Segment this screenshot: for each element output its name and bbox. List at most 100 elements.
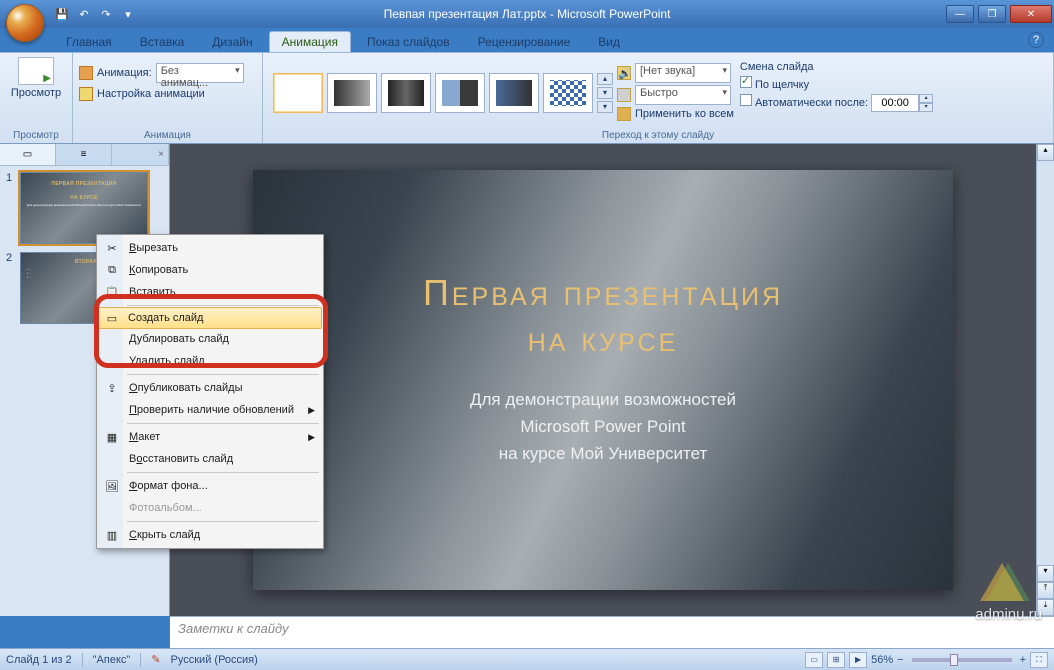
status-bar: Слайд 1 из 2 "Апекс" ✎ Русский (Россия) …: [0, 648, 1054, 670]
transition-fade2[interactable]: [381, 73, 431, 113]
animation-combo[interactable]: Без анимац...: [156, 63, 244, 83]
scroll-down-icon[interactable]: ▾: [1037, 565, 1054, 582]
apply-all-label: Применить ко всем: [635, 108, 734, 120]
menu-item[interactable]: 📋Вставить: [99, 281, 321, 303]
tab-review[interactable]: Рецензирование: [466, 32, 583, 52]
custom-animation-icon: [79, 87, 93, 101]
undo-icon[interactable]: ↶: [74, 4, 94, 24]
outline-tab[interactable]: ≡: [56, 144, 112, 165]
apply-to-all-button[interactable]: Применить ко всем: [617, 107, 734, 121]
menu-item[interactable]: ⧉Копировать: [99, 259, 321, 281]
group-animation: Анимация: Без анимац... Настройка анимац…: [73, 53, 263, 143]
on-click-label: По щелчку: [755, 79, 809, 91]
ribbon-tabs: Главная Вставка Дизайн Анимация Показ сл…: [50, 28, 1054, 52]
time-input[interactable]: [871, 94, 919, 112]
tab-home[interactable]: Главная: [54, 32, 124, 52]
custom-animation-button[interactable]: Настройка анимации: [79, 87, 256, 101]
preview-button[interactable]: Просмотр: [6, 57, 66, 99]
advance-slide: Смена слайда По щелчку Автоматически пос…: [734, 57, 939, 121]
ribbon: Просмотр Просмотр Анимация: Без анимац..…: [0, 52, 1054, 144]
context-menu: ✂Вырезать⧉Копировать📋Вставить ▭Создать сл…: [96, 234, 324, 549]
slide-subtitle: Для демонстрации возможностей Microsoft …: [470, 386, 736, 468]
transition-cut[interactable]: [435, 73, 485, 113]
spellcheck-icon[interactable]: ✎: [151, 653, 160, 666]
watermark-text: adminu.ru: [975, 606, 1042, 623]
menu-item[interactable]: ▭Создать слайд: [98, 307, 322, 329]
animate-label: Анимация:: [97, 67, 152, 79]
window-title: Певпая презентация Лат.pptx - Microsoft …: [384, 7, 671, 21]
menu-item[interactable]: Проверить наличие обновлений▶: [99, 399, 321, 421]
menu-item[interactable]: Дублировать слайд: [99, 328, 321, 350]
apply-all-icon: [617, 107, 631, 121]
close-button[interactable]: ✕: [1010, 5, 1052, 23]
sound-icon: 🔊: [617, 66, 631, 80]
zoom-out-icon[interactable]: −: [897, 654, 903, 666]
slides-tab[interactable]: ▭: [0, 144, 56, 165]
scroll-up-icon[interactable]: ▴: [1037, 144, 1054, 161]
normal-view-icon[interactable]: ▭: [805, 652, 823, 668]
maximize-button[interactable]: ❐: [978, 5, 1006, 23]
group-label-animation: Анимация: [79, 128, 256, 143]
transition-options: 🔊 [Нет звука] Быстро Применить ко всем: [617, 57, 734, 121]
title-bar: 💾 ↶ ↷ ▾ Певпая презентация Лат.pptx - Mi…: [0, 0, 1054, 28]
menu-item[interactable]: ▦Макет▶: [99, 426, 321, 448]
group-label-preview: Просмотр: [6, 128, 66, 143]
slide-title: Первая презентацияна курсе: [423, 270, 783, 362]
slide-canvas[interactable]: Первая презентацияна курсе Для демонстра…: [253, 170, 953, 590]
sorter-view-icon[interactable]: ⊞: [827, 652, 845, 668]
advance-header: Смена слайда: [740, 61, 933, 73]
menu-item[interactable]: ⇪Опубликовать слайды: [99, 377, 321, 399]
auto-after-label: Автоматически после:: [755, 97, 868, 109]
minimize-button[interactable]: —: [946, 5, 974, 23]
speed-combo[interactable]: Быстро: [635, 85, 731, 105]
zoom-percent[interactable]: 56%: [871, 654, 893, 666]
menu-item[interactable]: Удалить слайд: [99, 350, 321, 372]
tab-animation[interactable]: Анимация: [269, 31, 351, 52]
redo-icon[interactable]: ↷: [96, 4, 116, 24]
transition-dissolve[interactable]: [543, 73, 593, 113]
thumb-1-title2: НА КУРСЕ: [21, 187, 147, 201]
prev-slide-icon[interactable]: ⤒: [1037, 582, 1054, 599]
custom-animation-label: Настройка анимации: [97, 88, 205, 100]
group-transition: ▴▾▾ 🔊 [Нет звука] Быстро Применить ко все…: [263, 53, 1054, 143]
menu-item[interactable]: 🖼Формат фона...: [99, 475, 321, 497]
office-button[interactable]: [6, 4, 44, 42]
tab-slideshow[interactable]: Показ слайдов: [355, 32, 462, 52]
fit-window-icon[interactable]: ⛶: [1030, 652, 1048, 668]
on-click-checkbox[interactable]: [740, 76, 752, 88]
preview-label: Просмотр: [11, 87, 61, 99]
group-label-transition: Переход к этому слайду: [269, 128, 1047, 143]
tab-insert[interactable]: Вставка: [128, 32, 197, 52]
save-icon[interactable]: 💾: [52, 4, 72, 24]
qat-more-icon[interactable]: ▾: [118, 4, 138, 24]
panel-tabs: ▭ ≡ ×: [0, 144, 169, 166]
notes-pane[interactable]: Заметки к слайду: [170, 616, 1054, 648]
transition-fade[interactable]: [327, 73, 377, 113]
zoom-in-icon[interactable]: +: [1020, 654, 1026, 666]
zoom-slider[interactable]: [912, 658, 1012, 662]
auto-after-checkbox[interactable]: [740, 94, 752, 106]
status-language[interactable]: Русский (Россия): [171, 654, 258, 666]
tab-view[interactable]: Вид: [586, 32, 632, 52]
menu-item: Фотоальбом...: [99, 497, 321, 519]
thumb-1-sub: Для демонстрации возможностей Microsoft …: [21, 201, 147, 207]
menu-item[interactable]: ▥Скрыть слайд: [99, 524, 321, 546]
preview-icon: [18, 57, 54, 85]
menu-item[interactable]: Восстановить слайд: [99, 448, 321, 470]
group-preview: Просмотр Просмотр: [0, 53, 73, 143]
auto-after-time[interactable]: ▴▾: [871, 94, 933, 112]
vertical-scrollbar[interactable]: ▴ ▾ ⤒ ⤓: [1036, 144, 1054, 616]
transition-gallery: ▴▾▾: [269, 57, 617, 121]
transition-wipe[interactable]: [489, 73, 539, 113]
gallery-more[interactable]: ▴▾▾: [597, 73, 613, 113]
panel-close[interactable]: ×: [112, 144, 169, 165]
slideshow-view-icon[interactable]: ▶: [849, 652, 867, 668]
status-theme: "Апекс": [93, 654, 131, 666]
menu-item[interactable]: ✂Вырезать: [99, 237, 321, 259]
transition-none[interactable]: [273, 73, 323, 113]
tab-design[interactable]: Дизайн: [200, 32, 264, 52]
help-icon[interactable]: ?: [1028, 32, 1044, 48]
window-controls: — ❐ ✕: [944, 5, 1054, 23]
sound-combo[interactable]: [Нет звука]: [635, 63, 731, 83]
watermark-triangle: [980, 563, 1024, 601]
